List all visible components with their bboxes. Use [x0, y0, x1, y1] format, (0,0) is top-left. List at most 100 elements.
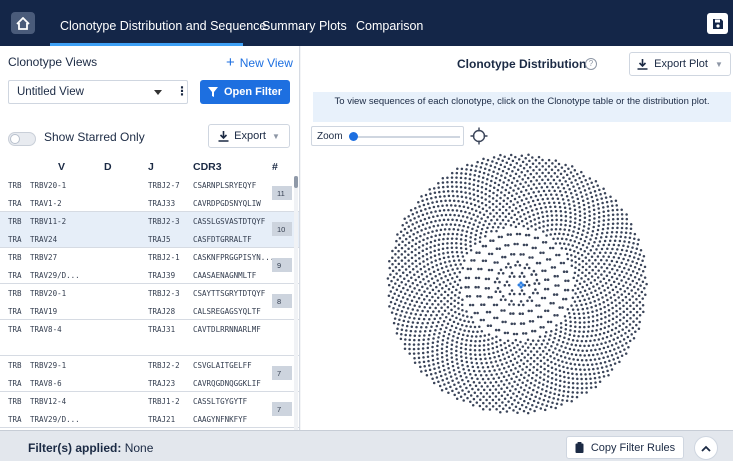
clonotype-dot[interactable]: [488, 388, 492, 392]
clonotype-dot[interactable]: [477, 276, 481, 280]
clonotype-dot[interactable]: [417, 352, 420, 355]
clonotype-dot[interactable]: [509, 163, 512, 167]
clonotype-dot[interactable]: [454, 373, 457, 376]
clonotype-cluster[interactable]: [553, 314, 559, 317]
clonotype-dot[interactable]: [428, 368, 432, 372]
clonotype-dot[interactable]: [482, 401, 485, 405]
clonotype-dot[interactable]: [632, 313, 636, 317]
clonotype-dot[interactable]: [544, 241, 548, 244]
clonotype-dot[interactable]: [522, 213, 526, 216]
clonotype-dot[interactable]: [411, 267, 415, 271]
clonotype-dot[interactable]: [406, 288, 409, 292]
clonotype-dot[interactable]: [615, 321, 618, 324]
clonotype-dot[interactable]: [500, 235, 503, 239]
clonotype-dot[interactable]: [430, 261, 433, 264]
clonotype-dot[interactable]: [572, 185, 575, 188]
clonotype-dot[interactable]: [466, 226, 470, 229]
clonotype-dot[interactable]: [451, 389, 454, 393]
clonotype-dot[interactable]: [591, 344, 595, 347]
clonotype-dot[interactable]: [556, 197, 560, 201]
clonotype-dot[interactable]: [418, 305, 421, 308]
clonotype-dot[interactable]: [555, 223, 558, 226]
clonotype-dot[interactable]: [602, 210, 605, 214]
clonotype-dot[interactable]: [504, 244, 507, 247]
clonotype-dot[interactable]: [555, 402, 559, 405]
clonotype-dot[interactable]: [437, 181, 440, 185]
clonotype-dot[interactable]: [630, 333, 633, 336]
clonotype-dot[interactable]: [455, 353, 458, 357]
clonotype-dot[interactable]: [392, 276, 396, 279]
clonotype-dot[interactable]: [497, 183, 501, 187]
clonotype-dot[interactable]: [430, 277, 434, 280]
clonotype-dot[interactable]: [526, 338, 530, 342]
clonotype-dot[interactable]: [390, 279, 393, 283]
clonotype-dot[interactable]: [441, 176, 445, 180]
clonotype-dot[interactable]: [491, 405, 495, 408]
clonotype-dot[interactable]: [589, 248, 593, 252]
clonotype-dot[interactable]: [550, 360, 553, 364]
clonotype-dot[interactable]: [525, 243, 529, 247]
clonotype-dot[interactable]: [497, 328, 501, 332]
clonotype-dot[interactable]: [594, 180, 598, 183]
clonotype-dot[interactable]: [536, 198, 540, 202]
clonotype-dot[interactable]: [535, 390, 539, 394]
clonotype-dot[interactable]: [559, 322, 563, 325]
clonotype-dot[interactable]: [400, 259, 404, 262]
clonotype-dot[interactable]: [489, 212, 492, 215]
clonotype-dot[interactable]: [561, 340, 565, 344]
clonotype-dot[interactable]: [556, 274, 559, 278]
clonotype-dot[interactable]: [424, 282, 427, 286]
clonotype-cluster[interactable]: [481, 259, 488, 263]
clonotype-dot[interactable]: [574, 292, 577, 295]
clonotype-dot[interactable]: [574, 212, 577, 216]
clonotype-dot[interactable]: [407, 265, 411, 268]
clonotype-dot[interactable]: [562, 176, 565, 179]
clonotype-dot[interactable]: [403, 292, 407, 295]
clonotype-dot[interactable]: [399, 337, 403, 341]
clonotype-dot[interactable]: [452, 199, 456, 202]
clonotype-dot[interactable]: [571, 391, 575, 394]
clonotype-dot[interactable]: [510, 377, 513, 380]
clonotype-dot[interactable]: [408, 334, 412, 337]
clonotype-dot[interactable]: [555, 214, 558, 217]
clonotype-dot[interactable]: [487, 348, 490, 351]
clonotype-dot[interactable]: [607, 255, 611, 258]
clonotype-dot[interactable]: [571, 244, 574, 247]
clonotype-dot[interactable]: [596, 276, 600, 279]
clonotype-cluster[interactable]: [518, 289, 526, 296]
clonotype-dot[interactable]: [514, 184, 517, 187]
clonotype-dot[interactable]: [400, 328, 404, 332]
clonotype-dot[interactable]: [425, 325, 428, 329]
clonotype-dot[interactable]: [453, 213, 456, 217]
clonotype-dot[interactable]: [491, 202, 495, 206]
clonotype-dot[interactable]: [528, 296, 531, 299]
clonotype-dot[interactable]: [545, 389, 548, 393]
clonotype-cluster[interactable]: [526, 296, 534, 303]
clonotype-cluster[interactable]: [466, 267, 472, 271]
clonotype-dot[interactable]: [437, 243, 441, 247]
clonotype-dot[interactable]: [410, 299, 414, 302]
clonotype-dot[interactable]: [525, 395, 528, 399]
clonotype-dot[interactable]: [464, 243, 467, 246]
clonotype-dot[interactable]: [574, 325, 577, 328]
clonotype-dot[interactable]: [401, 271, 405, 275]
clonotype-dot[interactable]: [398, 268, 401, 272]
clonotype-dot[interactable]: [591, 315, 595, 318]
clonotype-dot[interactable]: [629, 283, 632, 286]
clonotype-dot[interactable]: [587, 242, 591, 245]
clonotype-dot[interactable]: [611, 204, 614, 208]
clonotype-dot[interactable]: [479, 357, 482, 361]
clonotype-dot[interactable]: [517, 390, 521, 394]
clonotype-dot[interactable]: [572, 276, 575, 280]
clonotype-dot[interactable]: [498, 202, 502, 205]
clonotype-cluster[interactable]: [501, 320, 507, 324]
clonotype-dot[interactable]: [594, 265, 598, 269]
clonotype-dot[interactable]: [560, 218, 563, 222]
clonotype-cluster[interactable]: [489, 239, 495, 242]
clonotype-dot[interactable]: [468, 192, 472, 195]
clonotype-dot[interactable]: [547, 171, 550, 175]
clonotype-dot[interactable]: [533, 329, 537, 333]
clonotype-dot[interactable]: [570, 353, 574, 356]
clonotype-dot[interactable]: [579, 290, 582, 294]
clonotype-dot[interactable]: [480, 196, 484, 199]
